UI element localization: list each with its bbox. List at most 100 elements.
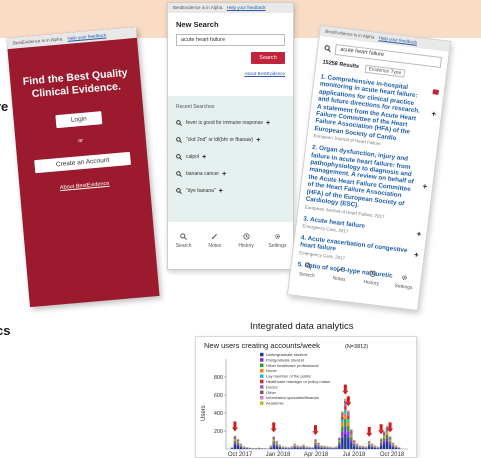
bar-segment (353, 444, 356, 447)
nav-label: Search (298, 271, 315, 280)
bar-segment (296, 447, 299, 449)
plus-icon[interactable]: + (256, 137, 260, 144)
event-marker-icon (388, 422, 392, 429)
pencil-icon (337, 267, 343, 273)
nav-history[interactable]: History (354, 268, 388, 303)
plus-icon[interactable]: + (266, 120, 270, 127)
hero-title: Find the Best Quality Clinical Evidence. (10, 66, 142, 103)
nav-settings[interactable]: Settings (386, 272, 420, 307)
legend-label: Academic (266, 401, 284, 406)
bar-segment (275, 442, 278, 443)
bar-segment (382, 431, 386, 433)
bar-segment (236, 442, 240, 444)
nav-history[interactable]: History (231, 233, 261, 269)
bar-segment (367, 445, 371, 447)
bar-segment (350, 440, 353, 444)
legend-label: Information specialist/librarian (266, 395, 319, 400)
bar-segment (347, 437, 350, 449)
bar-segment (233, 437, 237, 439)
bar-segment (275, 442, 278, 444)
bar-segment (379, 440, 383, 442)
bar-segment (341, 437, 344, 449)
x-tick-label: Apr 2018 (304, 452, 329, 457)
bar-segment (236, 439, 240, 441)
nav-search[interactable]: Search (169, 233, 199, 269)
nav-settings[interactable]: Settings (262, 233, 292, 269)
bar-segment (382, 434, 386, 437)
legend-swatch (260, 390, 264, 395)
bar-segment (388, 443, 392, 446)
evidence-type-filter[interactable]: Evidence Type (364, 64, 406, 78)
recent-search-item[interactable]: "dye banana" + (176, 187, 293, 195)
bar-segment (341, 431, 344, 438)
bar-segment (272, 437, 275, 438)
bar-segment (347, 413, 350, 417)
bar-segment (314, 444, 317, 447)
results-phone-screen: BestEvidence is in Alpha. Help your feed… (286, 24, 452, 312)
plus-icon[interactable]: + (431, 109, 437, 119)
clipped-label-bottom: cs (0, 323, 11, 338)
search-icon[interactable] (324, 45, 332, 53)
bar-segment (373, 446, 377, 448)
bar-segment (290, 448, 293, 449)
feedback-link[interactable]: Help your feedback (67, 32, 106, 40)
about-link[interactable]: About BestEvidence (168, 71, 285, 76)
bar-segment (338, 438, 341, 440)
search-button[interactable]: Search (251, 52, 285, 64)
plus-icon[interactable]: + (219, 188, 223, 195)
nav-label: Settings (394, 283, 413, 292)
plus-icon[interactable]: + (422, 182, 428, 192)
feedback-link[interactable]: Help your feedback (227, 5, 266, 10)
bar-segment (350, 430, 353, 433)
bar-segment (347, 411, 350, 413)
bar-segment (320, 447, 323, 449)
login-button[interactable]: Login (55, 111, 103, 129)
bar-segment (299, 448, 302, 449)
bar-segment (344, 418, 347, 427)
bookmark-flag-icon[interactable] (432, 89, 440, 95)
bar-segment (242, 448, 246, 449)
nav-label: Notes (332, 275, 346, 283)
bar-segment (317, 444, 320, 446)
bar-segment (391, 447, 395, 449)
event-marker-arrow (342, 390, 349, 395)
bar-segment (385, 426, 389, 428)
about-link[interactable]: About BestEvidence (20, 177, 150, 194)
bar-segment (347, 418, 350, 422)
nav-notes[interactable]: Notes (200, 233, 230, 269)
recent-search-item[interactable]: calpol + (176, 153, 293, 161)
bar-segment (287, 448, 290, 449)
bar-segment (311, 448, 314, 449)
result-item[interactable]: 2. Organ dysfunction, injury and failure… (305, 144, 428, 222)
recent-search-item[interactable]: "ckd 2nd" or ldl(bhr or fbaoaw) + (176, 136, 293, 144)
event-marker-arrow (231, 427, 238, 432)
bar-segment (347, 421, 350, 426)
recent-search-item[interactable]: fever is good for immune response + (176, 119, 293, 127)
bar-segment (388, 439, 392, 441)
legend-swatch (260, 379, 264, 384)
plus-icon[interactable]: + (416, 229, 422, 239)
feedback-link[interactable]: Help your feedback (378, 35, 417, 45)
recent-search-item[interactable]: banana cancer + (176, 170, 293, 178)
plus-icon[interactable]: + (222, 171, 226, 178)
clipped-label-top: re (0, 99, 9, 114)
search-input[interactable]: acute heart failure (176, 34, 285, 46)
bar-segment (382, 431, 386, 432)
legend-label: Nurse (266, 368, 277, 373)
bar-segment (347, 425, 350, 432)
bar-segment (233, 439, 237, 441)
bar-segment (341, 422, 344, 427)
search-icon (176, 188, 182, 194)
bar-segment (272, 443, 275, 446)
bar-segment (388, 445, 392, 449)
analytics-chart-panel: New users creating accounts/week (N=3812… (195, 336, 417, 458)
plus-icon[interactable]: + (202, 154, 206, 161)
create-account-button[interactable]: Create an Account (34, 151, 131, 174)
nav-search[interactable]: Search (290, 260, 324, 295)
result-item[interactable]: 1. Comprehensive in-hospital monitoring … (313, 73, 440, 151)
plus-icon[interactable]: + (414, 250, 420, 260)
bar-segment (385, 441, 389, 449)
bar-segment (359, 447, 362, 448)
users-chart: New users creating accounts/week (N=3812… (201, 341, 408, 458)
nav-notes[interactable]: Notes (322, 264, 356, 299)
